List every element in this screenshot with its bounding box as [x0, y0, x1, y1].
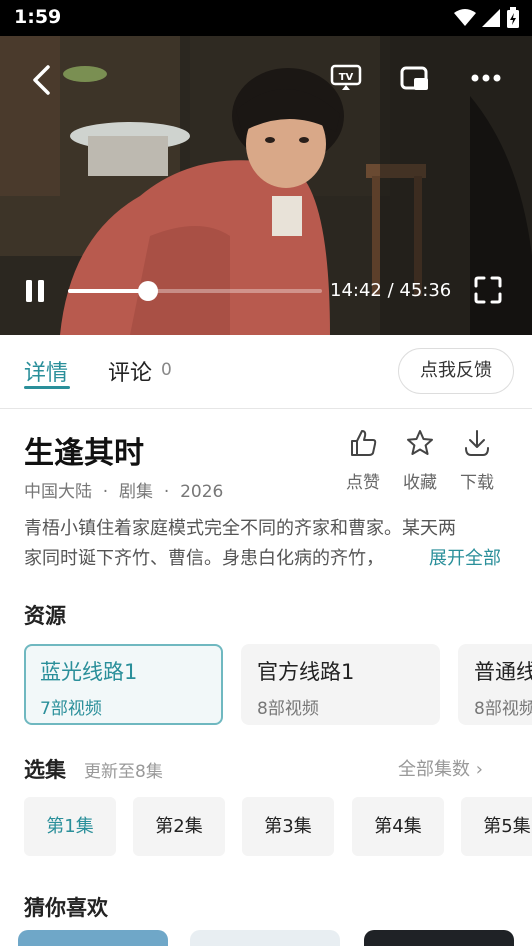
recommend-list	[0, 930, 532, 946]
comments-count: 0	[161, 360, 172, 380]
chevron-right-icon: ›	[475, 759, 483, 780]
playback-timecode: 14:42 / 45:36	[330, 280, 452, 301]
episode-list: 第1集 第2集 第3集 第4集 第5集	[24, 797, 532, 856]
show-meta: 中国大陆 · 剧集 · 2026	[24, 477, 223, 502]
wifi-icon	[454, 9, 476, 26]
status-bar: 1:59	[0, 0, 532, 36]
status-time: 1:59	[14, 6, 62, 28]
episode-item-4[interactable]: 第4集	[352, 797, 444, 856]
show-title: 生逢其时	[24, 436, 144, 471]
seek-bar-thumb[interactable]	[138, 281, 158, 301]
svg-text:TV: TV	[339, 72, 354, 83]
pause-icon[interactable]	[24, 278, 46, 304]
thumbs-up-icon	[351, 430, 377, 456]
back-icon[interactable]	[28, 64, 56, 96]
source-count: 8部视频	[474, 699, 532, 719]
fullscreen-icon[interactable]	[474, 276, 502, 304]
show-region: 中国大陆	[24, 482, 92, 502]
recommend-thumbnail[interactable]	[364, 930, 514, 946]
meta-separator: ·	[97, 482, 114, 502]
battery-icon	[507, 7, 519, 28]
favorite-label: 收藏	[403, 473, 437, 493]
sources-heading: 资源	[24, 604, 66, 628]
episode-item-3[interactable]: 第3集	[242, 797, 334, 856]
episodes-heading: 选集	[24, 758, 66, 782]
expand-description-link[interactable]: 展开全部	[421, 544, 501, 574]
show-year: 2026	[180, 482, 224, 502]
recommend-thumbnail[interactable]	[190, 930, 340, 946]
source-card-official-1[interactable]: 官方线路1 8部视频	[241, 644, 440, 725]
tab-comments[interactable]: 评论	[108, 355, 152, 387]
recommend-heading: 猜你喜欢	[24, 896, 108, 920]
favorite-button[interactable]: 收藏	[395, 428, 445, 493]
episode-item-1[interactable]: 第1集	[24, 797, 116, 856]
detail-tabs: 详情 评论 0 点我反馈	[0, 335, 532, 409]
feedback-button[interactable]: 点我反馈	[398, 348, 514, 394]
picture-in-picture-icon[interactable]	[400, 66, 430, 92]
all-episodes-label: 全部集数	[398, 759, 470, 780]
like-button[interactable]: 点赞	[338, 428, 388, 493]
signal-icon	[482, 9, 500, 27]
tab-active-indicator	[24, 386, 70, 389]
source-name: 蓝光线路1	[40, 660, 138, 684]
more-options-icon[interactable]	[470, 72, 502, 84]
all-episodes-link[interactable]: 全部集数 ›	[398, 755, 483, 781]
recommend-thumbnail[interactable]	[18, 930, 168, 946]
like-label: 点赞	[346, 473, 380, 493]
meta-separator: ·	[158, 482, 175, 502]
show-type: 剧集	[119, 482, 154, 502]
download-button[interactable]: 下载	[452, 428, 502, 493]
download-icon	[465, 430, 489, 456]
video-player[interactable]: TV 14:42 / 45:36	[0, 36, 532, 335]
source-name: 官方线路1	[257, 660, 355, 684]
episode-item-2[interactable]: 第2集	[133, 797, 225, 856]
source-card-normal-1[interactable]: 普通线路1 8部视频	[458, 644, 532, 725]
source-count: 7部视频	[40, 699, 102, 719]
download-label: 下载	[460, 473, 494, 493]
seek-bar[interactable]	[68, 281, 322, 301]
description-line: 青梧小镇住着家庭模式完全不同的齐家和曹家。某天两	[24, 518, 456, 539]
source-name: 普通线路1	[474, 660, 532, 684]
source-card-bluray-1[interactable]: 蓝光线路1 7部视频	[24, 644, 223, 725]
star-icon	[407, 430, 433, 455]
episode-item-5[interactable]: 第5集	[461, 797, 532, 856]
episodes-update-status: 更新至8集	[84, 762, 163, 782]
source-count: 8部视频	[257, 699, 319, 719]
tab-details[interactable]: 详情	[24, 355, 68, 387]
source-list: 蓝光线路1 7部视频 官方线路1 8部视频 普通线路1 8部视频	[24, 644, 532, 725]
tv-cast-icon[interactable]: TV	[330, 64, 362, 92]
seek-bar-progress	[68, 289, 148, 293]
